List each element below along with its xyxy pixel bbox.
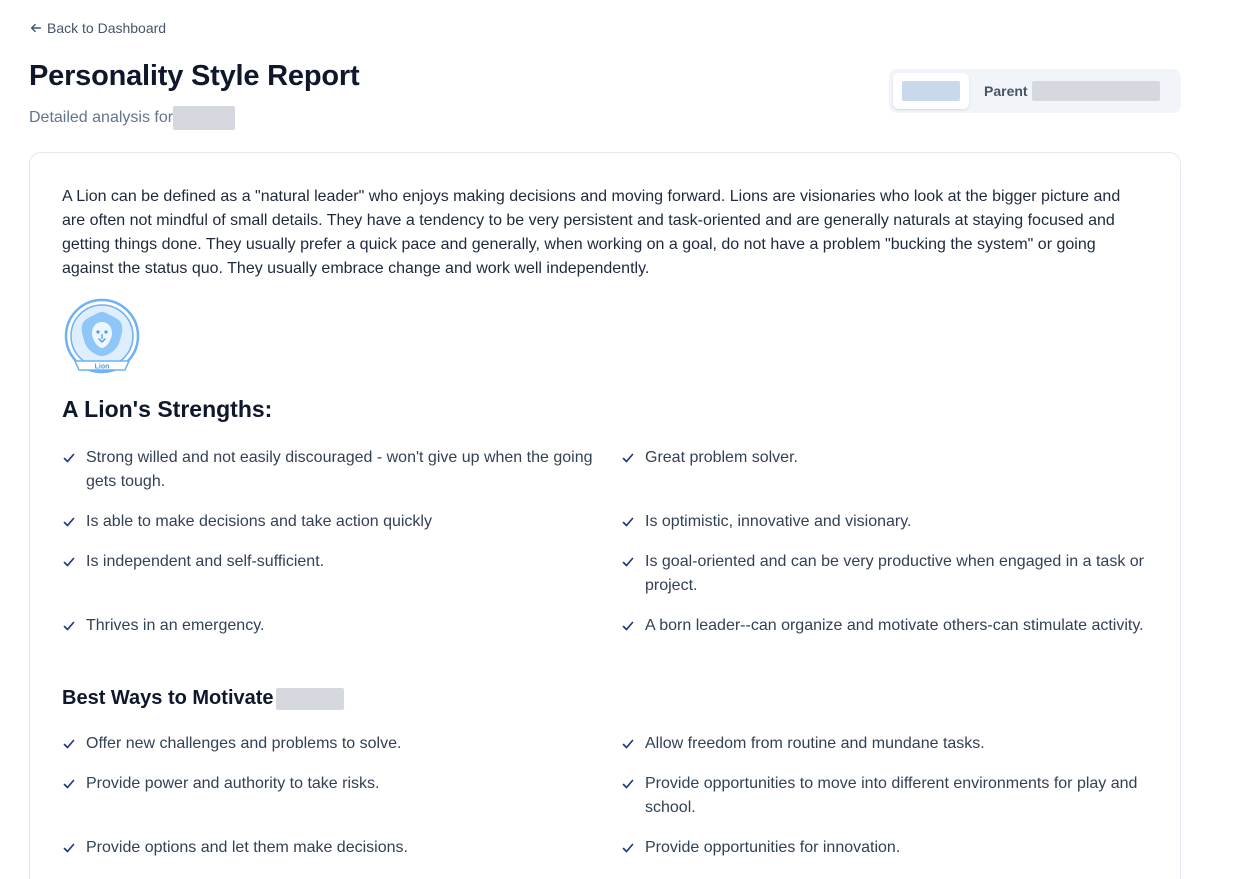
strength-text: Great problem solver. [645, 449, 798, 466]
arrow-left-icon [30, 23, 42, 33]
motivate-heading: Best Ways to Motivate [62, 687, 344, 710]
check-icon [63, 779, 75, 789]
motivate-item: Provide opportunities for innovation. [621, 836, 1151, 860]
check-icon [622, 517, 634, 527]
strength-text: Thrives in an emergency. [86, 617, 265, 634]
check-icon [63, 453, 75, 463]
strength-item: A born leader--can organize and motivate… [621, 614, 1151, 638]
strength-item: Is able to make decisions and take actio… [62, 510, 602, 534]
check-icon [622, 453, 634, 463]
motivate-text: Allow freedom from routine and mundane t… [645, 735, 985, 752]
redacted-parent-name [1031, 81, 1160, 101]
motivate-heading-text: Best Ways to Motivate [62, 687, 274, 709]
check-icon [63, 557, 75, 567]
back-to-dashboard-link[interactable]: Back to Dashboard [29, 20, 166, 36]
strengths-heading: A Lion's Strengths: [62, 396, 273, 422]
page-title: Personality Style Report [29, 60, 360, 92]
back-link-label: Back to Dashboard [47, 20, 167, 36]
motivate-text: Provide opportunities for innovation. [645, 839, 901, 856]
check-icon [622, 621, 634, 631]
role-tab-child[interactable] [893, 73, 969, 109]
strength-text: Is goal-oriented and can be very product… [645, 553, 1144, 594]
strength-text: A born leader--can organize and motivate… [645, 617, 1144, 634]
check-icon [622, 779, 634, 789]
check-icon [622, 557, 634, 567]
motivate-text: Provide opportunities to move into diffe… [645, 775, 1138, 816]
strength-item: Is independent and self-sufficient. [62, 550, 602, 574]
strength-item: Is goal-oriented and can be very product… [621, 550, 1151, 598]
strength-item: Strong willed and not easily discouraged… [62, 446, 602, 494]
motivate-text: Provide options and let them make decisi… [86, 839, 408, 856]
strength-text: Is optimistic, innovative and visionary. [645, 513, 912, 530]
lion-logo-label: Lion [95, 364, 110, 371]
strength-item: Great problem solver. [621, 446, 1151, 470]
motivate-text: Offer new challenges and problems to sol… [86, 735, 402, 752]
strength-text: Strong willed and not easily discouraged… [86, 449, 593, 490]
redacted-child-name [275, 687, 344, 710]
check-icon [622, 843, 634, 853]
check-icon [63, 517, 75, 527]
motivate-item: Offer new challenges and problems to sol… [62, 732, 602, 756]
page-subtitle: Detailed analysis for [29, 106, 236, 130]
strength-item: Thrives in an emergency. [62, 614, 602, 638]
strength-item: Is optimistic, innovative and visionary. [621, 510, 1151, 534]
motivate-item: Provide power and authority to take risk… [62, 772, 602, 796]
redacted-role-label [902, 81, 960, 101]
parent-label: Parent [984, 83, 1028, 99]
redacted-child-name [173, 106, 236, 130]
role-tab-parent[interactable]: Parent [984, 81, 1160, 101]
motivate-text: Provide power and authority to take risk… [86, 775, 380, 792]
role-switch: Parent [889, 69, 1181, 113]
motivate-item: Provide opportunities to move into diffe… [621, 772, 1151, 820]
check-icon [63, 621, 75, 631]
check-icon [622, 739, 634, 749]
strength-text: Is independent and self-sufficient. [86, 553, 325, 570]
motivate-item: Provide options and let them make decisi… [62, 836, 602, 860]
check-icon [63, 739, 75, 749]
personality-intro: A Lion can be defined as a "natural lead… [62, 188, 1121, 277]
strength-text: Is able to make decisions and take actio… [86, 513, 432, 530]
check-icon [63, 843, 75, 853]
motivate-item: Allow freedom from routine and mundane t… [621, 732, 1151, 756]
lion-logo-icon: Lion [64, 298, 140, 374]
subtitle-prefix: Detailed analysis for [29, 109, 174, 126]
